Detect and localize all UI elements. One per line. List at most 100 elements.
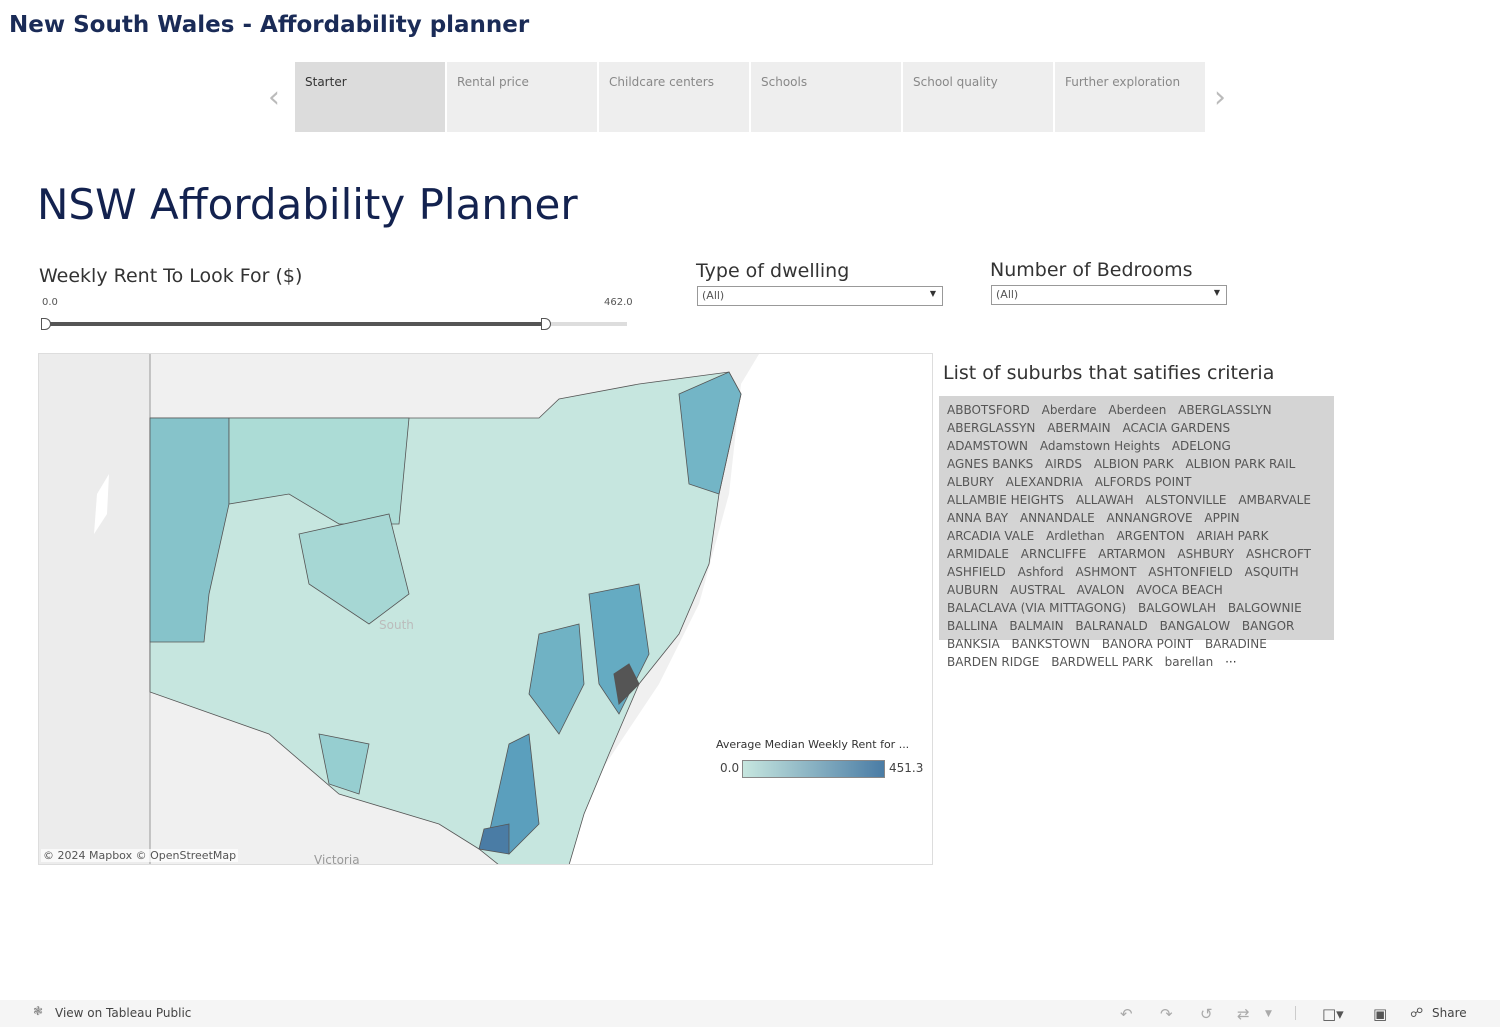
suburb-item[interactable]: Ardlethan (1046, 529, 1105, 543)
suburb-item[interactable]: ALLAMBIE HEIGHTS (947, 493, 1064, 507)
caret-down-icon[interactable]: ▼ (1265, 1009, 1272, 1019)
suburb-item[interactable]: APPIN (1204, 511, 1239, 525)
suburb-item[interactable]: BARDWELL PARK (1051, 655, 1153, 669)
suburb-item[interactable]: ASHCROFT (1246, 547, 1311, 561)
suburb-item[interactable]: BANORA POINT (1102, 637, 1193, 651)
suburb-item[interactable]: BALACLAVA (VIA MITTAGONG) (947, 601, 1126, 615)
revert-icon[interactable]: ↺ (1200, 1005, 1213, 1023)
suburb-item[interactable]: ASHTONFIELD (1148, 565, 1233, 579)
tableau-logo-icon: ❃ (33, 1004, 44, 1018)
suburb-item[interactable]: ALFORDS POINT (1095, 475, 1192, 489)
tabs-prev-arrow-icon[interactable]: ‹ (268, 80, 280, 115)
suburb-item[interactable]: ALBION PARK RAIL (1185, 457, 1295, 471)
rent-slider-min-handle[interactable] (41, 318, 51, 330)
view-on-tableau-link[interactable]: View on Tableau Public (55, 1006, 191, 1020)
suburb-item[interactable]: BARADINE (1205, 637, 1267, 651)
undo-icon[interactable]: ↶ (1120, 1005, 1133, 1023)
suburb-item[interactable]: BANGALOW (1160, 619, 1231, 633)
page-title: NSW Affordability Planner (37, 180, 578, 229)
suburb-list-title: List of suburbs that satifies criteria (943, 362, 1275, 384)
caret-down-icon: ▼ (929, 289, 936, 298)
tab-rental-price[interactable]: Rental price (447, 62, 597, 132)
suburb-item[interactable]: BANKSTOWN (1011, 637, 1090, 651)
legend-max: 451.3 (889, 761, 924, 775)
legend-color-ramp (742, 760, 885, 778)
suburb-item[interactable]: AMBARVALE (1238, 493, 1311, 507)
suburb-item[interactable]: AUSTRAL (1010, 583, 1065, 597)
tab-school-quality[interactable]: School quality (903, 62, 1053, 132)
tab-starter[interactable]: Starter (295, 62, 445, 132)
suburb-list: ABBOTSFORD Aberdare Aberdeen ABERGLASSLY… (939, 396, 1334, 669)
suburb-item[interactable]: ASHBURY (1177, 547, 1234, 561)
suburb-item[interactable]: ANNANGROVE (1107, 511, 1193, 525)
suburb-item[interactable]: AIRDS (1045, 457, 1082, 471)
suburb-item[interactable]: BALRANALD (1075, 619, 1147, 633)
suburb-item[interactable]: ALEXANDRIA (1006, 475, 1083, 489)
legend-min: 0.0 (720, 761, 740, 775)
suburb-item[interactable]: Ashford (1018, 565, 1064, 579)
ocean-land-area (39, 354, 150, 864)
tabs-next-arrow-icon[interactable]: › (1214, 80, 1226, 115)
download-icon[interactable]: □▾ (1322, 1005, 1344, 1023)
suburb-item[interactable]: ARMIDALE (947, 547, 1009, 561)
suburb-item[interactable]: ASHFIELD (947, 565, 1006, 579)
share-icon[interactable]: ☍ (1410, 1006, 1423, 1021)
suburb-item[interactable]: ANNA BAY (947, 511, 1008, 525)
suburb-item[interactable]: BALLINA (947, 619, 998, 633)
bedrooms-dropdown[interactable]: (All) ▼ (991, 285, 1227, 305)
divider (1295, 1006, 1296, 1020)
rent-slider-track[interactable] (46, 322, 627, 326)
suburb-item[interactable]: ADELONG (1172, 439, 1231, 453)
rent-min-value: 0.0 (42, 297, 58, 308)
suburb-item[interactable]: ACACIA GARDENS (1122, 421, 1230, 435)
suburb-item[interactable]: ALLAWAH (1076, 493, 1134, 507)
suburb-item[interactable]: ASQUITH (1245, 565, 1299, 579)
redo-icon[interactable]: ↷ (1160, 1005, 1173, 1023)
suburb-item[interactable]: AVALON (1077, 583, 1125, 597)
rent-max-value: 462.0 (604, 297, 633, 308)
suburb-item[interactable]: barellan (1165, 655, 1214, 669)
refresh-icon[interactable]: ⇄ (1237, 1005, 1250, 1023)
suburb-item[interactable]: ABBOTSFORD (947, 403, 1030, 417)
app-title: New South Wales - Affordability planner (9, 12, 530, 38)
tab-childcare-centers[interactable]: Childcare centers (599, 62, 749, 132)
suburb-item[interactable]: AVOCA BEACH (1136, 583, 1223, 597)
suburb-item[interactable]: BARDEN RIDGE (947, 655, 1039, 669)
suburb-item[interactable]: ARTARMON (1098, 547, 1165, 561)
suburb-item[interactable]: ABERMAIN (1047, 421, 1110, 435)
tab-further-exploration[interactable]: Further exploration (1055, 62, 1205, 132)
rent-map[interactable]: South Victoria © 2024 Mapbox © OpenStree… (38, 353, 933, 865)
rent-slider-max-handle[interactable] (540, 318, 551, 330)
suburb-item[interactable]: ASHMONT (1075, 565, 1136, 579)
suburb-item[interactable]: ALBION PARK (1094, 457, 1174, 471)
suburb-item[interactable]: BALMAIN (1009, 619, 1063, 633)
suburb-item[interactable]: AUBURN (947, 583, 998, 597)
suburb-item[interactable]: ALBURY (947, 475, 994, 489)
share-button[interactable]: Share (1432, 1006, 1467, 1020)
suburb-item[interactable]: BANKSIA (947, 637, 1000, 651)
suburb-item[interactable]: AGNES BANKS (947, 457, 1033, 471)
suburb-item[interactable]: ANNANDALE (1020, 511, 1095, 525)
dwelling-value: (All) (702, 289, 725, 302)
dwelling-filter-label: Type of dwelling (696, 260, 850, 282)
suburb-item[interactable]: ABERGLASSLYN (1178, 403, 1271, 417)
suburb-item[interactable]: ARGENTON (1116, 529, 1184, 543)
rent-filter-label: Weekly Rent To Look For ($) (39, 265, 303, 287)
map-attribution[interactable]: © 2024 Mapbox © OpenStreetMap (41, 849, 239, 862)
suburb-item[interactable]: ARCADIA VALE (947, 529, 1034, 543)
dwelling-dropdown[interactable]: (All) ▼ (697, 286, 943, 306)
suburb-item[interactable]: ARIAH PARK (1196, 529, 1268, 543)
suburb-item[interactable]: ARNCLIFFE (1021, 547, 1087, 561)
suburb-item[interactable]: BALGOWLAH (1138, 601, 1216, 615)
suburb-item[interactable]: BALGOWNIE (1228, 601, 1302, 615)
suburb-item[interactable]: Aberdeen (1108, 403, 1166, 417)
suburb-item[interactable]: ALSTONVILLE (1146, 493, 1227, 507)
suburb-item[interactable]: ABERGLASSYN (947, 421, 1035, 435)
suburb-item[interactable]: ADAMSTOWN (947, 439, 1028, 453)
suburb-item[interactable]: Adamstown Heights (1040, 439, 1160, 453)
suburb-item[interactable]: Aberdare (1042, 403, 1097, 417)
fullscreen-icon[interactable]: ▣ (1373, 1005, 1387, 1023)
tab-schools[interactable]: Schools (751, 62, 901, 132)
suburb-item[interactable]: BANGOR (1242, 619, 1295, 633)
more-icon[interactable]: ··· (1225, 655, 1236, 669)
